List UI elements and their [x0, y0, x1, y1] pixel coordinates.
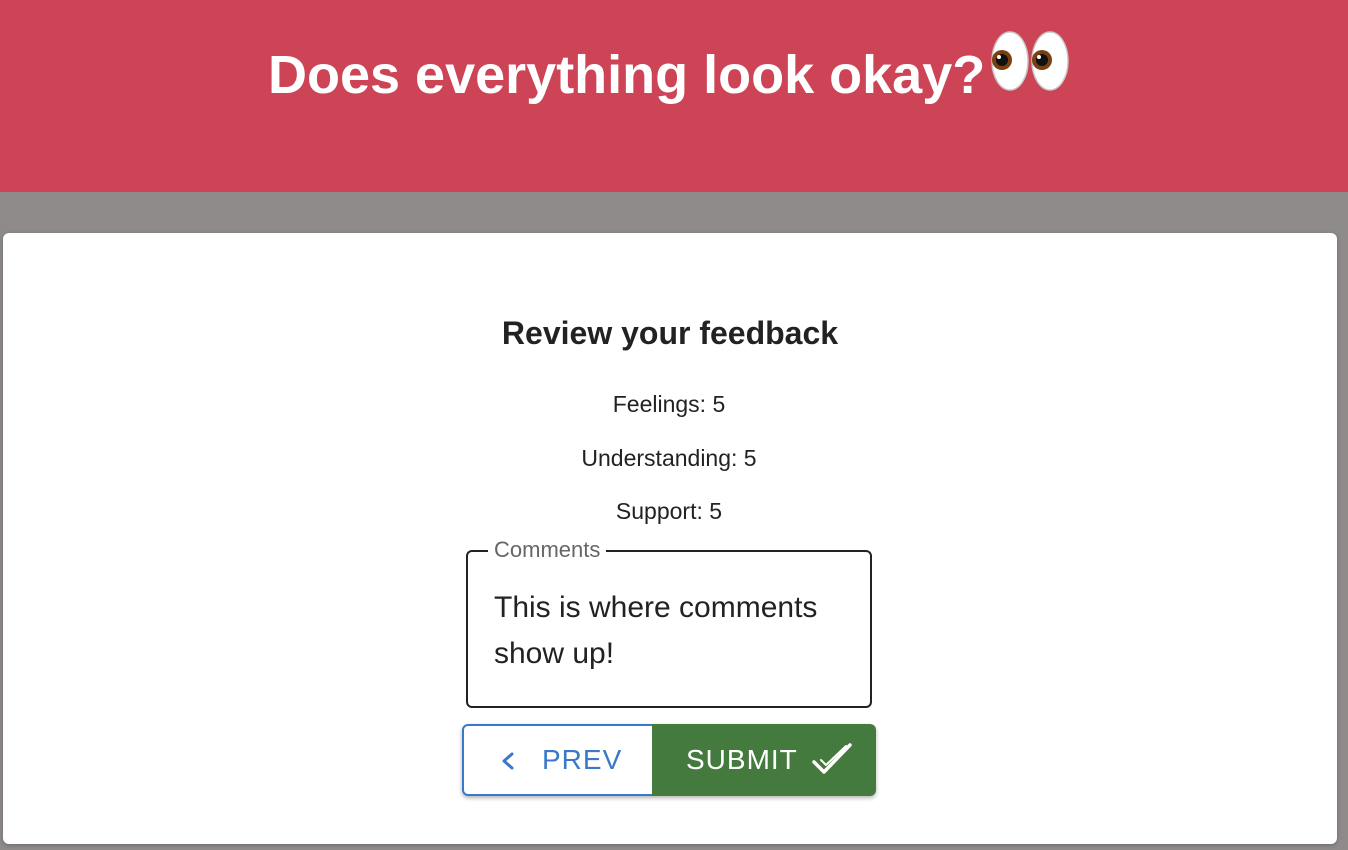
comments-field[interactable]: Comments This is where comments show up!: [466, 536, 872, 708]
submit-button-label: SUBMIT: [686, 744, 798, 775]
understanding-value: Understanding: 5: [581, 445, 757, 471]
prev-button-label: PREV: [542, 744, 623, 775]
page-header: Does everything look okay?: [0, 0, 1348, 192]
comments-label: Comments: [488, 536, 607, 564]
double-check-icon: [812, 743, 852, 774]
navigation-button-group: PREV SUBMIT: [462, 724, 876, 796]
feelings-value: Feelings: 5: [612, 391, 726, 417]
submit-button[interactable]: SUBMIT: [652, 724, 876, 796]
comments-value: This is where comments show up!: [494, 591, 818, 670]
page-title: Does everything look okay?: [268, 45, 986, 105]
support-value: Support: 5: [615, 498, 723, 524]
prev-button[interactable]: PREV: [462, 724, 654, 796]
chevron-left-icon: [502, 752, 514, 770]
eyes-emoji-icon: [991, 31, 1069, 91]
review-heading: Review your feedback: [501, 315, 839, 351]
